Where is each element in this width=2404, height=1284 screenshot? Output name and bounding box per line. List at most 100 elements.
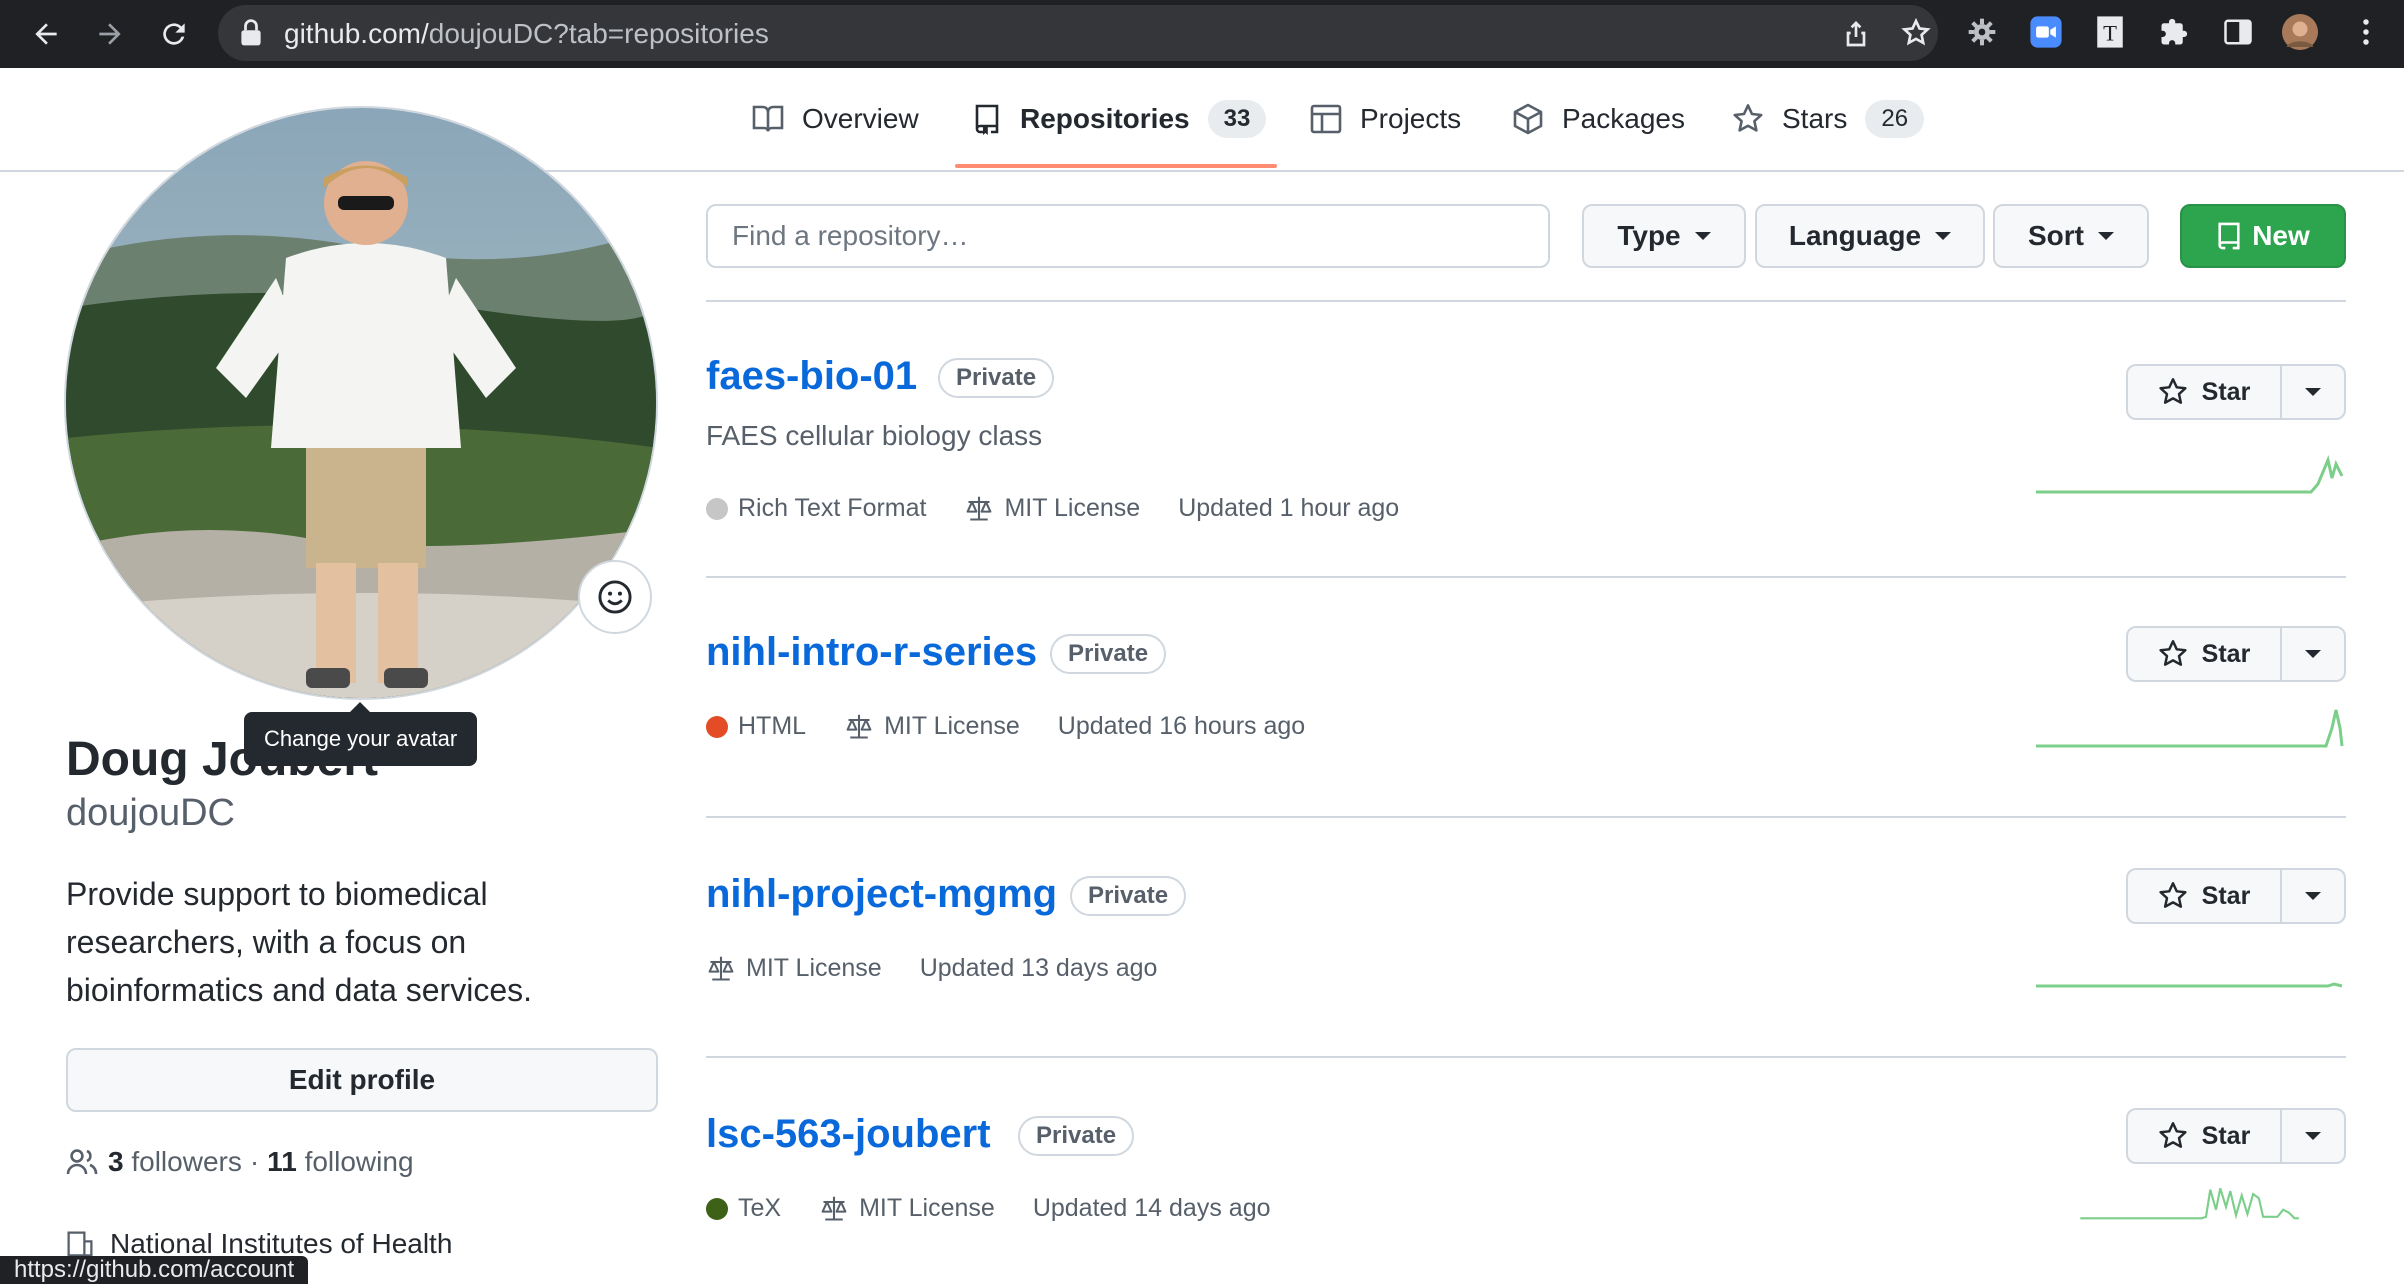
- back-button[interactable]: [24, 12, 68, 56]
- repo-name-link[interactable]: nihl-project-mgmg: [706, 872, 1057, 917]
- law-scale-icon: [708, 956, 734, 981]
- star-button[interactable]: Star: [2128, 1110, 2282, 1162]
- repo-license: MIT License: [844, 712, 1020, 741]
- repo-meta: MIT License Updated 13 days ago: [706, 954, 1195, 983]
- list-divider: [706, 576, 2346, 578]
- activity-sparkline: [2036, 982, 2343, 988]
- settings-extension-icon[interactable]: [1964, 14, 2000, 50]
- people-icon: [66, 1149, 98, 1175]
- organization-icon: [67, 1231, 93, 1257]
- tab-repositories-label: Repositories: [1020, 103, 1190, 134]
- type-filter-button[interactable]: Type: [1582, 204, 1746, 268]
- new-repository-button[interactable]: New: [2180, 204, 2346, 268]
- repo-updated: Updated 1 hour ago: [1178, 494, 1400, 522]
- repo-language: HTML: [706, 712, 806, 741]
- following-link[interactable]: 11 following: [267, 1146, 413, 1178]
- visibility-badge: Private: [1018, 1116, 1135, 1156]
- edit-profile-button[interactable]: Edit profile: [66, 1048, 658, 1112]
- table-icon: [1310, 104, 1342, 134]
- smiley-icon: [598, 580, 632, 614]
- language-caret-icon: [1935, 232, 1952, 240]
- repositories-count: 33: [1207, 100, 1267, 138]
- tab-overview-label: Overview: [802, 103, 919, 134]
- stars-count: 26: [1865, 100, 1925, 138]
- star-button[interactable]: Star: [2128, 870, 2282, 922]
- repo-license: MIT License: [964, 494, 1140, 523]
- tab-projects[interactable]: Projects: [1310, 68, 1461, 170]
- puzzle-extensions-icon[interactable]: [2156, 14, 2192, 50]
- visibility-badge: Private: [938, 358, 1055, 398]
- star-list-dropdown[interactable]: [2282, 628, 2344, 680]
- star-button[interactable]: Star: [2128, 366, 2282, 418]
- star-button-group: Star: [2126, 868, 2346, 924]
- sort-filter-label: Sort: [2028, 220, 2084, 251]
- activity-sparkline: [2080, 1187, 2299, 1220]
- chevron-down-icon: [2305, 1132, 2321, 1140]
- repo-updated: Updated 16 hours ago: [1057, 712, 1306, 740]
- find-repository-input[interactable]: [706, 204, 1550, 268]
- tab-repositories[interactable]: Repositories 33: [972, 68, 1267, 170]
- side-panel-icon[interactable]: [2220, 14, 2256, 50]
- star-list-dropdown[interactable]: [2282, 870, 2344, 922]
- follow-separator: ·: [249, 1146, 260, 1177]
- forward-arrow-icon: [99, 23, 121, 45]
- star-icon: [1733, 104, 1763, 132]
- star-list-dropdown[interactable]: [2282, 1110, 2344, 1162]
- star-icon: [2159, 378, 2187, 404]
- repo-license: MIT License: [819, 1194, 995, 1223]
- repo-license: MIT License: [706, 954, 882, 983]
- set-status-button[interactable]: [578, 560, 652, 634]
- address-url: github.com/doujouDC?tab=repositories: [284, 18, 769, 49]
- language-color-dot: [706, 1197, 728, 1220]
- text-extension-icon[interactable]: T: [2092, 14, 2128, 50]
- repo-updated: Updated 14 days ago: [1032, 1194, 1271, 1222]
- link-status-bar: https://github.com/account: [0, 1256, 309, 1284]
- browser-menu-icon[interactable]: [2348, 14, 2384, 50]
- star-button[interactable]: Star: [2128, 628, 2282, 680]
- chevron-down-icon: [2305, 388, 2321, 396]
- profile-username: doujouDC: [66, 792, 235, 834]
- list-divider: [706, 816, 2346, 818]
- repo-icon: [975, 104, 999, 135]
- language-filter-button[interactable]: Language: [1755, 204, 1985, 268]
- reload-button[interactable]: [152, 12, 196, 56]
- star-button-group: Star: [2126, 1108, 2346, 1164]
- tab-packages-label: Packages: [1562, 103, 1685, 134]
- reload-icon: [163, 23, 185, 45]
- law-scale-icon: [821, 1196, 847, 1221]
- star-button-group: Star: [2126, 626, 2346, 682]
- svg-text:T: T: [2103, 21, 2117, 46]
- repo-meta: TeX MIT License Updated 14 days ago: [706, 1194, 1309, 1223]
- tab-stars[interactable]: Stars 26: [1732, 68, 1925, 170]
- tab-overview[interactable]: Overview: [752, 68, 919, 170]
- repo-name-link[interactable]: nihl-intro-r-series: [706, 630, 1037, 675]
- profile-avatar[interactable]: [64, 106, 658, 700]
- browser-profile-avatar[interactable]: [2282, 14, 2318, 50]
- selected-tab-indicator: [955, 164, 1277, 168]
- sort-filter-button[interactable]: Sort: [1993, 204, 2149, 268]
- visibility-badge: Private: [1070, 876, 1187, 916]
- followers-link[interactable]: 3 followers: [108, 1146, 242, 1178]
- profile-bio: Provide support to biomedical researcher…: [66, 876, 532, 1008]
- zoom-extension-icon[interactable]: [2028, 14, 2064, 50]
- activity-sparkline: [2036, 455, 2344, 494]
- language-color-dot: [706, 715, 728, 738]
- language-color-dot: [706, 497, 728, 520]
- list-item: faes-bio-01 Private FAES cellular biolog…: [706, 354, 2346, 574]
- repo-updated: Updated 13 days ago: [919, 954, 1158, 982]
- law-scale-icon: [967, 496, 992, 521]
- bookmark-star-icon[interactable]: [1900, 17, 1932, 49]
- address-bar[interactable]: github.com/doujouDC?tab=repositories: [218, 5, 1938, 61]
- sort-caret-icon: [2098, 232, 2114, 240]
- repo-name-link[interactable]: faes-bio-01: [706, 354, 917, 399]
- star-list-dropdown[interactable]: [2282, 366, 2344, 418]
- star-icon: [2159, 640, 2187, 666]
- list-item: nihl-intro-r-series Private HTML MIT Lic…: [706, 626, 2346, 820]
- repo-name-link[interactable]: lsc-563-joubert: [706, 1112, 991, 1157]
- book-icon: [752, 105, 784, 132]
- repo-icon: [2218, 222, 2240, 250]
- tab-packages[interactable]: Packages: [1512, 68, 1685, 170]
- repo-language: Rich Text Format: [706, 494, 926, 523]
- share-icon[interactable]: [1840, 17, 1872, 49]
- forward-button[interactable]: [88, 12, 132, 56]
